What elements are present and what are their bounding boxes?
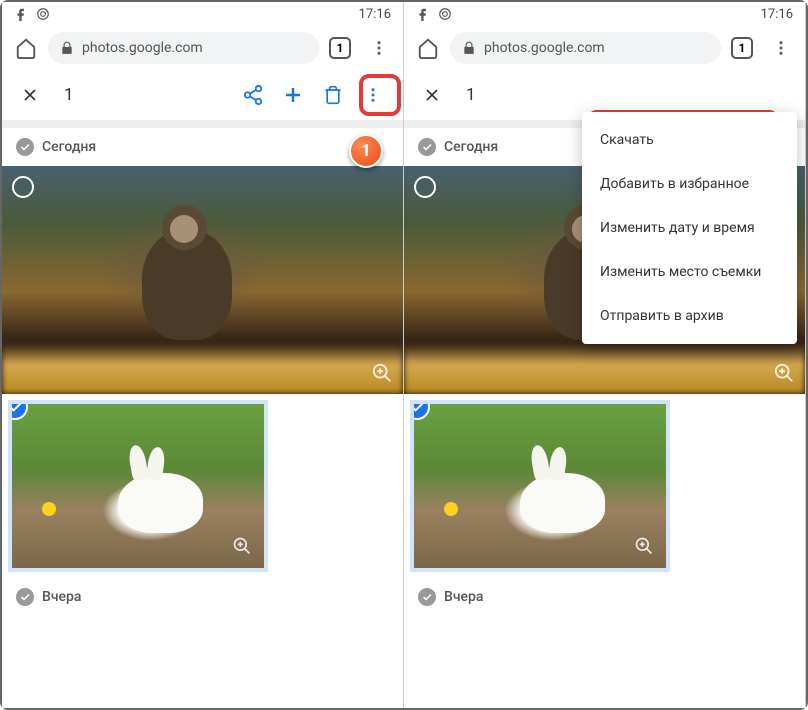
url-bar[interactable]: photos.google.com (450, 32, 721, 64)
delete-icon[interactable] (313, 75, 353, 115)
home-icon[interactable] (8, 30, 44, 66)
selection-count: 1 (56, 85, 225, 105)
add-icon[interactable] (273, 75, 313, 115)
zoom-icon[interactable] (634, 536, 656, 558)
more-icon[interactable] (353, 75, 393, 115)
photo-rabbit[interactable] (8, 400, 268, 572)
menu-change-location[interactable]: Изменить место съемки (582, 250, 797, 294)
zoom-icon[interactable] (232, 536, 254, 558)
phone-right: 17:16 photos.google.com 1 1 Сегодня (404, 2, 806, 708)
share-icon[interactable] (233, 75, 273, 115)
check-icon (418, 138, 436, 156)
menu-add-favorite[interactable]: Добавить в избранное (582, 162, 797, 206)
zoom-icon[interactable] (371, 362, 393, 384)
browser-menu-icon[interactable] (361, 30, 397, 66)
phone-left: 17:16 photos.google.com 1 1 (2, 2, 404, 708)
photo-unchecked-icon[interactable] (12, 176, 34, 198)
photo-rabbit[interactable] (410, 400, 670, 572)
check-icon (418, 588, 436, 606)
close-selection[interactable] (12, 77, 48, 113)
browser-bar: photos.google.com 1 (404, 26, 805, 70)
browser-menu-icon[interactable] (763, 30, 799, 66)
date-yesterday[interactable]: Вчера (2, 578, 403, 616)
date-today[interactable]: Сегодня (2, 128, 403, 166)
url-text: photos.google.com (82, 40, 203, 56)
tab-count[interactable]: 1 (329, 37, 351, 59)
selection-bar: 1 (2, 70, 403, 120)
context-menu: Скачать Добавить в избранное Изменить да… (582, 112, 797, 344)
clock: 17:16 (761, 7, 793, 22)
browser-bar: photos.google.com 1 (2, 26, 403, 70)
status-bar: 17:16 (404, 2, 805, 26)
facebook-icon (416, 7, 430, 21)
zoom-icon[interactable] (773, 362, 795, 384)
url-text: photos.google.com (484, 40, 605, 56)
chrome-icon (438, 7, 452, 21)
home-icon[interactable] (410, 30, 446, 66)
close-selection[interactable] (414, 77, 450, 113)
selection-count: 1 (458, 85, 795, 105)
lock-icon (462, 41, 476, 55)
check-icon (16, 588, 34, 606)
status-bar: 17:16 (2, 2, 403, 26)
menu-change-date[interactable]: Изменить дату и время (582, 206, 797, 250)
chrome-icon (36, 7, 50, 21)
check-icon (16, 138, 34, 156)
lock-icon (60, 41, 74, 55)
url-bar[interactable]: photos.google.com (48, 32, 319, 64)
marker-1: 1 (349, 134, 383, 168)
date-yesterday[interactable]: Вчера (404, 578, 805, 616)
tab-count[interactable]: 1 (731, 37, 753, 59)
clock: 17:16 (359, 7, 391, 22)
photo-unchecked-icon[interactable] (414, 176, 436, 198)
menu-archive[interactable]: Отправить в архив (582, 294, 797, 338)
photo-monkey[interactable] (2, 166, 403, 394)
facebook-icon (14, 7, 28, 21)
menu-download[interactable]: Скачать (582, 118, 797, 162)
